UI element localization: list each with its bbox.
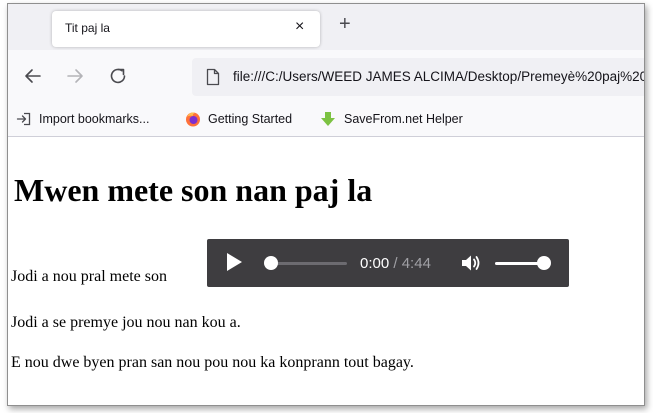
audio-player[interactable]: 0:00 / 4:44 (207, 239, 569, 287)
bookmark-getting-started[interactable]: Getting Started (208, 112, 292, 126)
time-separator: / (389, 255, 402, 272)
tab-strip: Tit paj la × + (8, 4, 644, 50)
play-icon[interactable] (227, 253, 242, 271)
download-arrow-icon (321, 112, 335, 126)
page-heading: Mwen mete son nan paj la (14, 172, 373, 208)
volume-thumb[interactable] (537, 256, 551, 270)
volume-icon[interactable] (460, 253, 482, 273)
progress-thumb[interactable] (264, 256, 278, 270)
import-icon (16, 112, 31, 126)
address-bar[interactable]: file:///C:/Users/WEED JAMES ALCIMA/Deskt… (192, 58, 644, 96)
new-tab-icon[interactable]: + (339, 14, 351, 34)
tab-active[interactable]: Tit paj la × (52, 11, 320, 47)
browser-window: Tit paj la × + file:///C:/Users/WEED JAM… (7, 3, 645, 406)
bookmark-import[interactable]: Import bookmarks... (39, 112, 149, 126)
firefox-icon (186, 112, 200, 127)
paragraph-2: Jodi a se premye jou nou nan kou a. (11, 314, 241, 331)
page-content: Mwen mete son nan paj la Jodi a nou pral… (8, 137, 644, 405)
paragraph-1: Jodi a nou pral mete son (11, 268, 167, 285)
close-tab-icon[interactable]: × (295, 18, 304, 36)
time-display: 0:00 / 4:44 (360, 255, 431, 272)
tab-title: Tit paj la (65, 21, 110, 35)
current-time: 0:00 (360, 255, 390, 272)
progress-track[interactable] (267, 262, 347, 265)
url-text[interactable]: file:///C:/Users/WEED JAMES ALCIMA/Deskt… (233, 69, 644, 84)
duration: 4:44 (401, 255, 431, 272)
reload-icon[interactable] (107, 65, 129, 87)
bookmark-savefrom[interactable]: SaveFrom.net Helper (344, 112, 463, 126)
page-document-icon (206, 68, 220, 86)
back-arrow-icon[interactable] (22, 65, 44, 87)
forward-arrow-icon[interactable] (64, 65, 86, 87)
navigation-toolbar: file:///C:/Users/WEED JAMES ALCIMA/Deskt… (8, 50, 644, 104)
bookmarks-toolbar: Import bookmarks... Getting Started Save… (8, 104, 644, 137)
paragraph-3: E nou dwe byen pran san nou pou nou ka k… (11, 354, 414, 371)
